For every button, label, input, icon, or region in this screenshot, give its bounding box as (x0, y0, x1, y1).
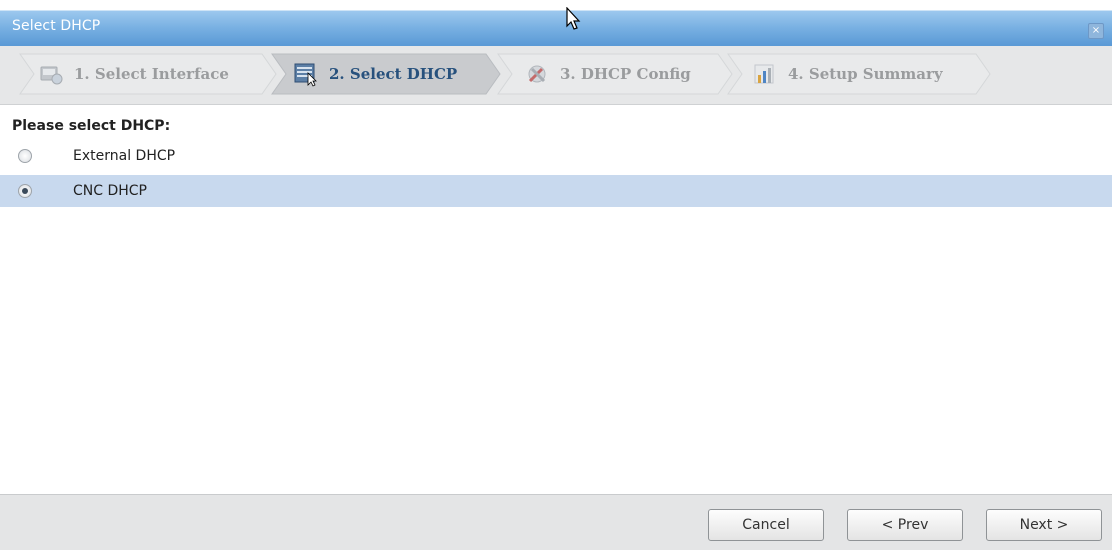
close-button[interactable]: × (1088, 23, 1104, 39)
wizard-step-setup-summary: 4. Setup Summary (752, 54, 943, 94)
wizard-step-select-dhcp: 2. Select DHCP (293, 54, 457, 94)
window-titlebar: Select DHCP × (0, 0, 1112, 46)
wizard-step-dhcp-config: 3. DHCP Config (524, 54, 691, 94)
option-label: CNC DHCP (73, 183, 147, 199)
option-external-dhcp[interactable]: External DHCP (0, 140, 1112, 172)
wizard-step-label: 2. Select DHCP (329, 65, 458, 83)
config-tools-icon (528, 65, 546, 83)
next-button[interactable]: Next > (986, 509, 1102, 541)
cnc-dhcp-radio[interactable] (18, 184, 32, 198)
external-dhcp-radio[interactable] (18, 149, 32, 163)
wizard-step-label: 1. Select Interface (74, 65, 229, 83)
cancel-button[interactable]: Cancel (708, 509, 824, 541)
window-title: Select DHCP (12, 18, 101, 34)
option-cnc-dhcp[interactable]: CNC DHCP (0, 175, 1112, 207)
prev-button[interactable]: < Prev (847, 509, 963, 541)
list-cursor-icon (294, 63, 317, 87)
bar-chart-icon (754, 64, 774, 84)
dialog-footer: Cancel < Prev Next > (0, 494, 1112, 550)
mouse-cursor-icon (566, 7, 581, 30)
option-label: External DHCP (73, 148, 176, 164)
wizard-step-label: 3. DHCP Config (560, 65, 691, 83)
interface-icon (40, 66, 63, 85)
wizard-steps-bar: 1. Select Interface 2. Select DHCP 3. DH… (0, 46, 1112, 105)
section-heading: Please select DHCP: (12, 118, 171, 134)
wizard-step-label: 4. Setup Summary (788, 65, 943, 83)
wizard-step-select-interface: 1. Select Interface (38, 54, 229, 94)
